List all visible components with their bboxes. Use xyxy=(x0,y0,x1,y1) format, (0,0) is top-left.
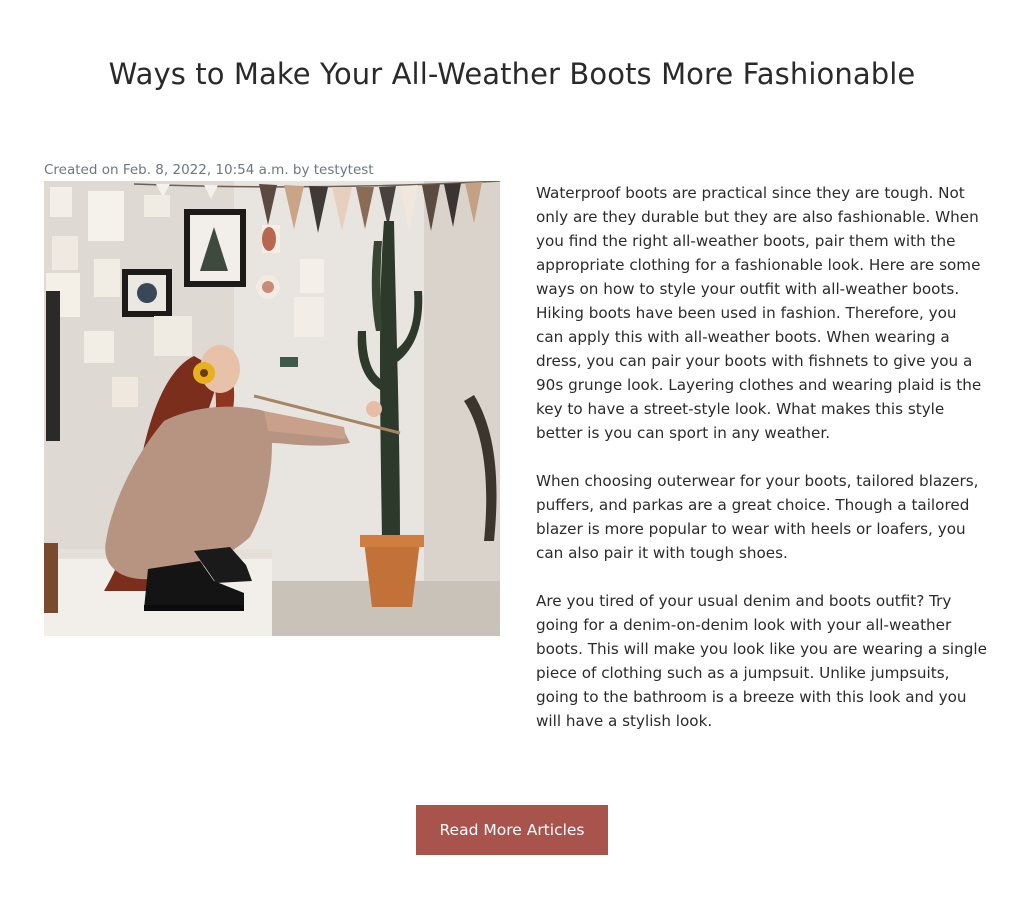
article-paragraph: Are you tired of your usual denim and bo… xyxy=(536,592,987,730)
article-body: Waterproof boots are practical since the… xyxy=(536,181,988,757)
read-more-articles-button[interactable]: Read More Articles xyxy=(416,805,608,855)
article-meta: Created on Feb. 8, 2022, 10:54 a.m. by t… xyxy=(44,162,374,178)
article-paragraph: When choosing outerwear for your boots, … xyxy=(536,472,979,562)
article-title: Ways to Make Your All-Weather Boots More… xyxy=(108,57,916,91)
article-image xyxy=(44,181,500,636)
article-paragraph: Waterproof boots are practical since the… xyxy=(536,184,982,442)
